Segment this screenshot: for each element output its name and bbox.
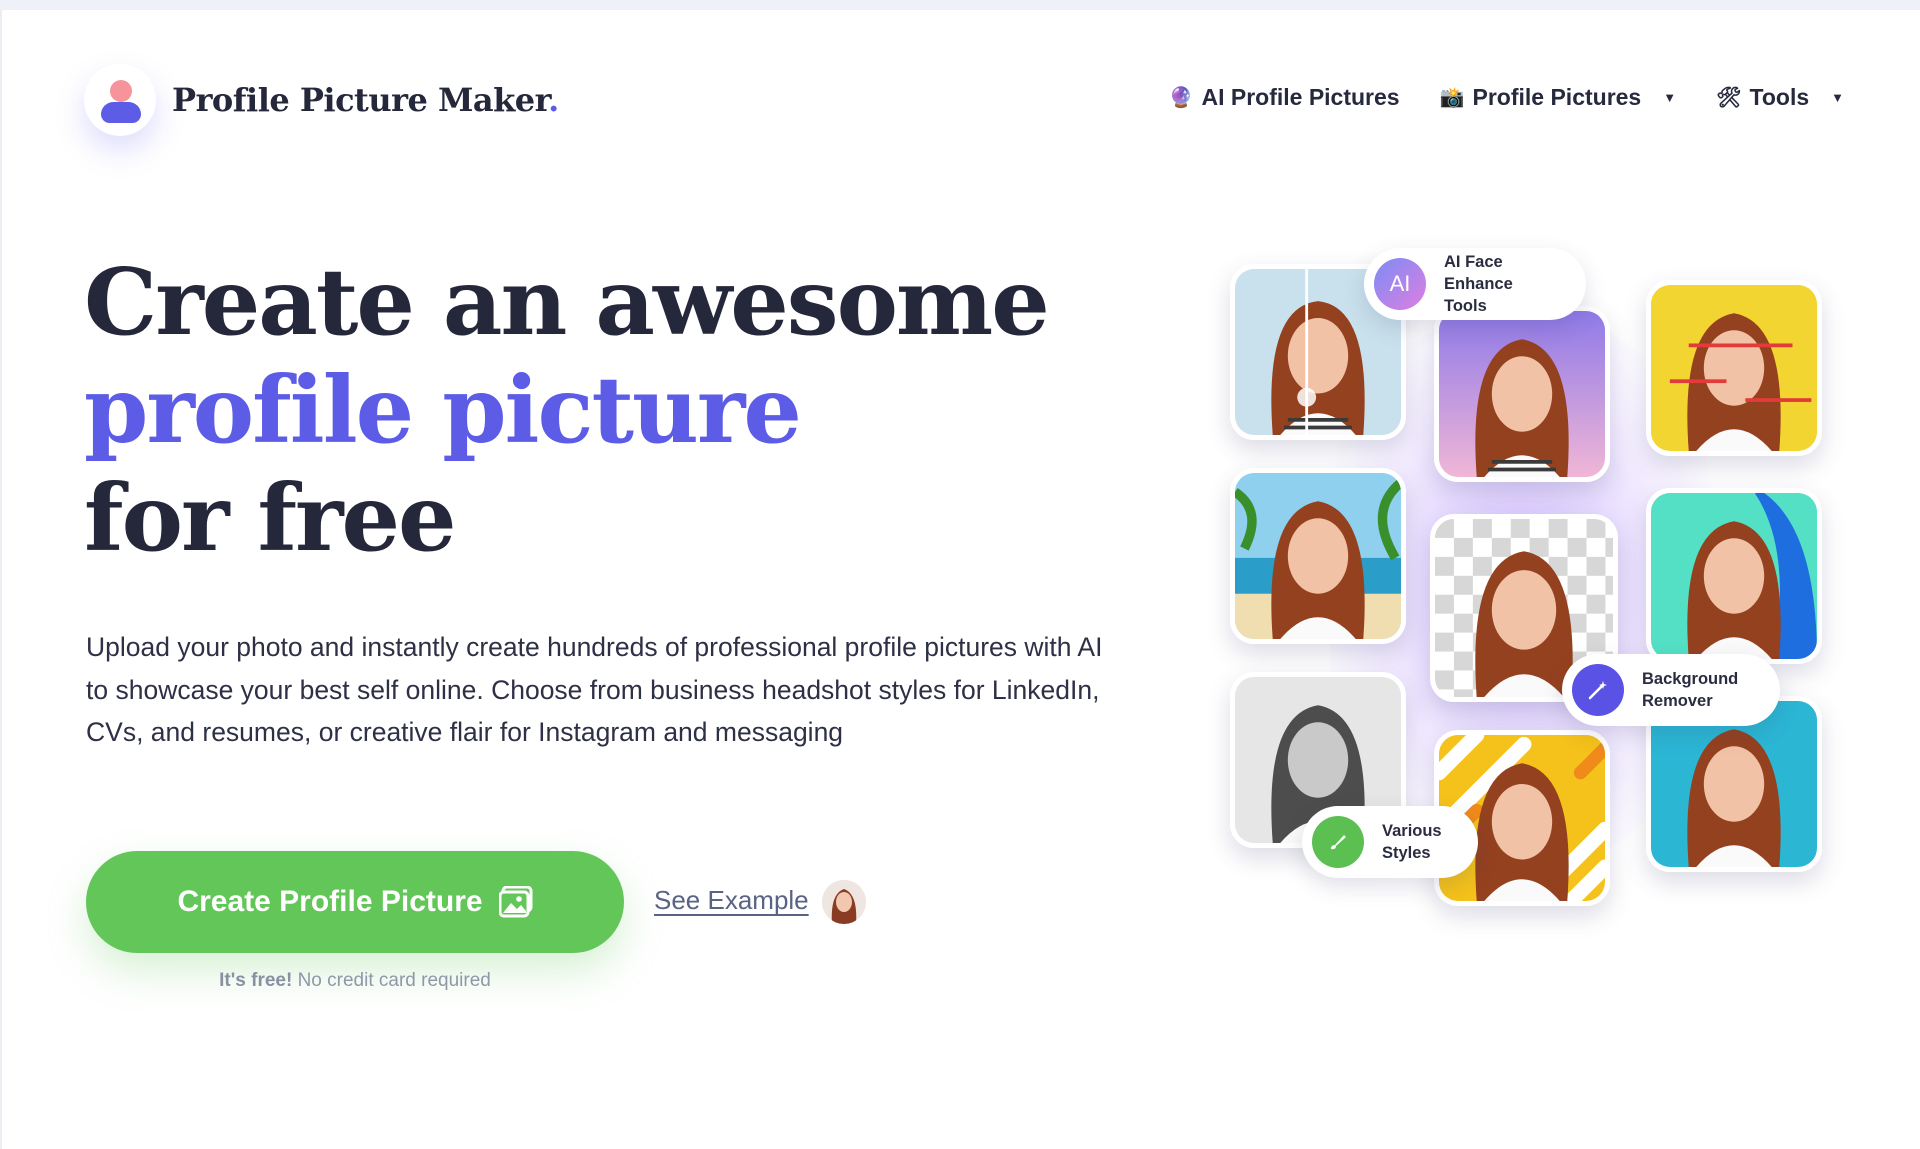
background-remover-label: Background Remover (1642, 670, 1739, 710)
tools-icon: 🛠 (1716, 87, 1742, 109)
hero-headline: Create an awesome profile picture for fr… (84, 248, 1050, 572)
various-styles-label: Various Styles (1382, 822, 1442, 862)
nav-label: Tools (1749, 84, 1810, 110)
nav-profile-pictures-dropdown[interactable]: 📸 Profile Pictures ▼ (1440, 84, 1677, 111)
person-avatar-icon (84, 64, 156, 136)
ai-icon: AI (1374, 258, 1426, 310)
various-styles-badge: Various Styles (1302, 806, 1478, 878)
crystal-ball-icon: 🔮 (1168, 87, 1194, 109)
window-edge (0, 10, 2, 1149)
example-avatar[interactable] (822, 880, 866, 924)
magic-wand-icon (1572, 664, 1624, 716)
image-icon (498, 886, 533, 918)
logo-link[interactable]: Profile Picture Maker. (84, 64, 559, 136)
background-remover-badge: Background Remover (1562, 654, 1780, 726)
photo-teal-cutout (1646, 488, 1822, 664)
headline-line-3: for free (84, 464, 457, 572)
headline-line-1: Create an awesome (84, 248, 1050, 356)
hero-description: Upload your photo and instantly create h… (86, 632, 1103, 747)
paintbrush-icon (1312, 816, 1364, 868)
photo-beach-bg (1230, 468, 1406, 644)
ai-face-label: AI Face Enhance Tools (1444, 253, 1513, 315)
nav-ai-profile-pictures[interactable]: 🔮 AI Profile Pictures (1169, 84, 1400, 111)
top-strip (0, 0, 1920, 10)
nav-label: Profile Pictures (1472, 84, 1642, 110)
caret-down-icon: ▼ (1663, 90, 1677, 105)
camera-flash-icon: 📸 (1439, 87, 1465, 109)
see-example-link[interactable]: See Example (654, 885, 809, 916)
photo-purple-bg (1434, 306, 1610, 482)
photo-yellow-glitch (1646, 280, 1822, 456)
nav-label: AI Profile Pictures (1201, 84, 1400, 110)
feature-collage: AI AI Face Enhance Tools Background Remo… (1200, 240, 1840, 920)
brand-name: Profile Picture Maker. (172, 81, 559, 119)
caret-down-icon: ▼ (1831, 90, 1844, 105)
main-nav: 🔮 AI Profile Pictures 📸 Profile Pictures… (1169, 84, 1844, 111)
nav-tools-dropdown[interactable]: 🛠 Tools ▼ (1716, 84, 1844, 111)
ai-face-enhance-badge: AI AI Face Enhance Tools (1364, 248, 1586, 320)
free-note: It's free! No credit card required (219, 970, 491, 991)
create-profile-picture-button[interactable]: Create Profile Picture (86, 851, 624, 953)
headline-line-2: profile picture (84, 356, 802, 464)
cta-label: Create Profile Picture (177, 885, 483, 918)
